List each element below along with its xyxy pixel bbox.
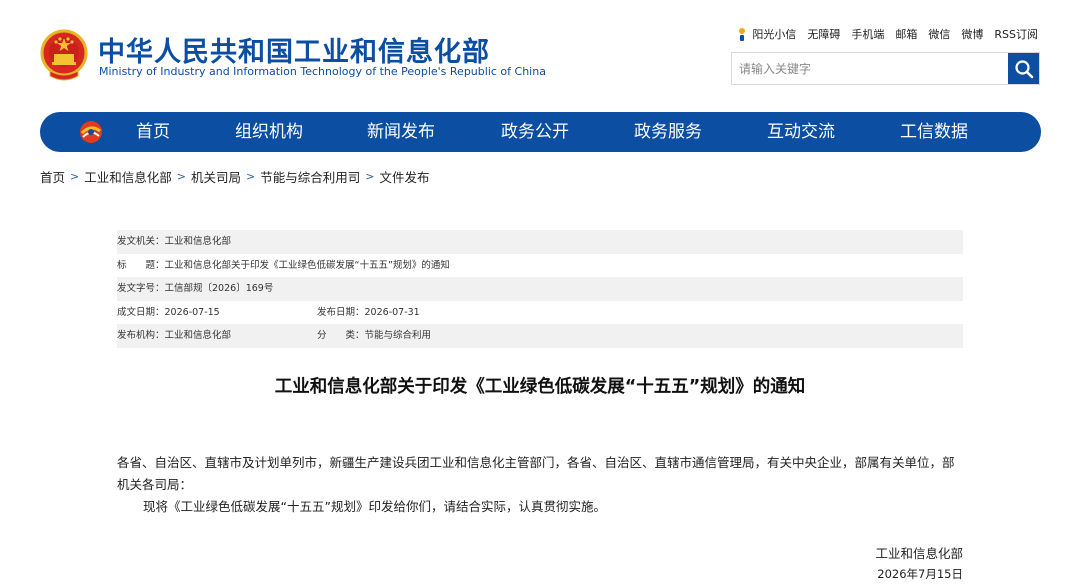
top-link-sunshine[interactable]: 阳光小信 [736,26,796,42]
site-header: 中华人民共和国工业和信息化部 Ministry of Industry and … [0,0,1080,105]
meta-row-agency: 发布机构：工业和信息化部 分 类：节能与综合利用 [117,324,963,348]
nav-item-interaction[interactable]: 互动交流 [767,112,835,152]
top-link-rss[interactable]: RSS订阅 [994,26,1038,42]
main-nav: 首页 组织机构 新闻发布 政务公开 政务服务 互动交流 工信数据 [40,112,1041,152]
top-link-label: 阳光小信 [752,28,797,41]
breadcrumb-documents[interactable]: 文件发布 [379,167,429,186]
breadcrumb-ministry[interactable]: 工业和信息化部 [84,167,172,186]
meta-value-published: 2026-07-31 [364,306,420,318]
search-input[interactable] [732,53,1008,84]
breadcrumb-separator: > [70,170,80,183]
meta-row-title: 标 题：工业和信息化部关于印发《工业绿色低碳发展“十五五”规划》的通知 [117,254,963,278]
search-icon [1014,59,1033,78]
breadcrumb-departments[interactable]: 机关司局 [191,167,241,186]
miit-logo-icon[interactable] [77,119,105,145]
top-link-mobile[interactable]: 手机端 [851,26,884,42]
meta-value-issuer: 工业和信息化部 [164,236,232,247]
meta-value-docno: 工信部规〔2026〕169号 [164,283,274,294]
search-button[interactable] [1008,53,1039,84]
meta-row-docno: 发文字号：工信部规〔2026〕169号 [117,277,963,301]
signature-organization: 工业和信息化部 [875,546,963,561]
document-meta-table: 发文机关：工业和信息化部 标 题：工业和信息化部关于印发《工业绿色低碳发展“十五… [117,230,963,348]
meta-label-issuer: 发文机关： [117,236,165,247]
meta-label-title: 标 题： [117,259,165,271]
breadcrumb: 首页 > 工业和信息化部 > 机关司局 > 节能与综合利用司 > 文件发布 [40,167,429,186]
search-box [731,52,1040,85]
nav-item-home[interactable]: 首页 [136,112,170,152]
document-recipients: 各省、自治区、直辖市及计划单列市，新疆生产建设兵团工业和信息化主管部门，各省、自… [117,455,955,492]
meta-label-published: 发布日期： [317,306,365,318]
meta-label-docno: 发文字号： [117,283,165,294]
signature-date: 2026年7月15日 [877,567,963,581]
nav-item-organization[interactable]: 组织机构 [235,112,303,152]
meta-row-dates: 成文日期：2026-07-15 发布日期：2026-07-31 [117,301,963,325]
top-link-accessibility[interactable]: 无障碍 [807,26,840,42]
national-emblem-icon[interactable] [40,29,88,81]
breadcrumb-separator: > [245,170,256,183]
meta-value-category: 节能与综合利用 [364,330,432,341]
nav-item-government-affairs[interactable]: 政务公开 [501,112,569,152]
meta-value-title: 工业和信息化部关于印发《工业绿色低碳发展“十五五”规划》的通知 [164,259,450,271]
meta-label-agency: 发布机构： [117,330,165,341]
sunshine-icon [739,28,746,41]
top-links: 阳光小信 无障碍 手机端 邮箱 微信 微博 RSS订阅 [725,26,1038,42]
nav-item-services[interactable]: 政务服务 [634,112,702,152]
breadcrumb-home[interactable]: 首页 [40,167,65,186]
top-link-weibo[interactable]: 微博 [961,26,983,42]
nav-item-data[interactable]: 工信数据 [900,112,968,152]
meta-value-created: 2026-07-15 [164,306,220,318]
top-link-mail[interactable]: 邮箱 [895,26,917,42]
breadcrumb-separator: > [365,170,375,183]
meta-value-agency: 工业和信息化部 [164,330,232,341]
meta-label-category: 分 类： [317,330,365,341]
meta-row-issuer: 发文机关：工业和信息化部 [117,230,963,254]
breadcrumb-separator: > [176,170,186,183]
site-title[interactable]: 中华人民共和国工业和信息化部 [98,30,490,69]
document-title: 工业和信息化部关于印发《工业绿色低碳发展“十五五”规划》的通知 [274,377,806,397]
top-link-wechat[interactable]: 微信 [928,26,950,42]
meta-label-created: 成文日期： [117,306,165,318]
nav-item-news[interactable]: 新闻发布 [367,112,435,152]
breadcrumb-energy-dept[interactable]: 节能与综合利用司 [260,167,360,186]
site-title-english[interactable]: Ministry of Industry and Information Tec… [99,65,546,78]
document-body: 现将《工业绿色低碳发展“十五五”规划》印发给你们，请结合实际，认真贯彻实施。 [143,499,606,514]
